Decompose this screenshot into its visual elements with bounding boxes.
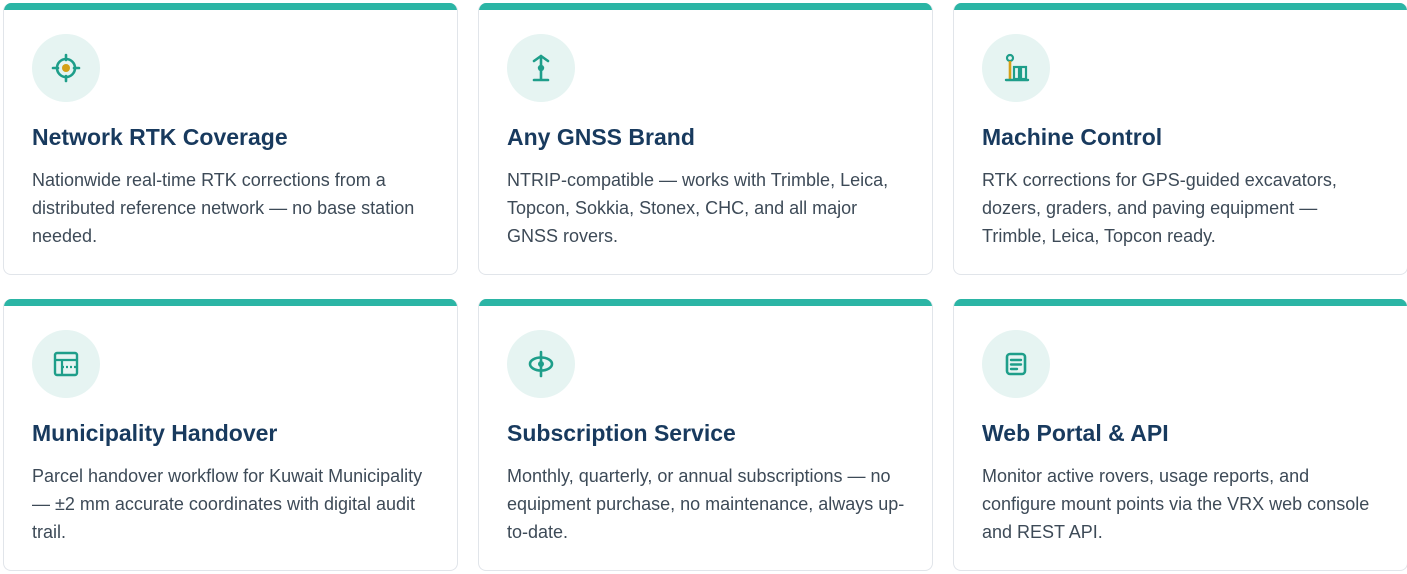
feature-card-municipality-handover: Municipality Handover Parcel handover wo…	[3, 299, 458, 571]
feature-card-network-rtk: Network RTK Coverage Nationwide real-tim…	[3, 3, 458, 275]
feature-description: Nationwide real-time RTK corrections fro…	[32, 170, 415, 246]
parcel-grid-icon	[53, 351, 79, 377]
feature-icon-badge	[32, 330, 100, 398]
document-icon	[1005, 352, 1027, 376]
feature-description: NTRIP-compatible — works with Trimble, L…	[507, 170, 889, 246]
feature-card-web-portal: Web Portal & API Monitor active rovers, …	[953, 299, 1407, 571]
feature-icon-badge	[32, 34, 100, 102]
antenna-icon	[532, 54, 550, 82]
feature-icon-badge	[982, 34, 1050, 102]
feature-icon-badge	[507, 34, 575, 102]
feature-description: RTK corrections for GPS-guided excavator…	[982, 170, 1337, 246]
feature-title: Machine Control	[982, 124, 1163, 150]
features-grid: Network RTK Coverage Nationwide real-tim…	[0, 0, 1407, 574]
feature-description: Monitor active rovers, usage reports, an…	[982, 466, 1370, 542]
feature-icon-badge	[507, 330, 575, 398]
feature-card-subscription: Subscription Service Monthly, quarterly,…	[478, 299, 933, 571]
feature-title: Web Portal & API	[982, 420, 1169, 446]
feature-icon-badge	[982, 330, 1050, 398]
subscription-orbit-icon	[528, 350, 554, 378]
feature-title: Subscription Service	[507, 420, 736, 446]
feature-description: Monthly, quarterly, or annual subscripti…	[507, 466, 905, 542]
feature-card-any-gnss: Any GNSS Brand NTRIP-compatible — works …	[478, 3, 933, 275]
feature-title: Municipality Handover	[32, 420, 278, 446]
feature-description: Parcel handover workflow for Kuwait Muni…	[32, 466, 423, 542]
feature-title: Any GNSS Brand	[507, 124, 695, 150]
feature-title: Network RTK Coverage	[32, 124, 288, 150]
machine-control-icon	[1004, 53, 1030, 82]
feature-card-machine-control: Machine Control RTK corrections for GPS-…	[953, 3, 1407, 275]
crosshair-target-icon	[51, 53, 81, 83]
